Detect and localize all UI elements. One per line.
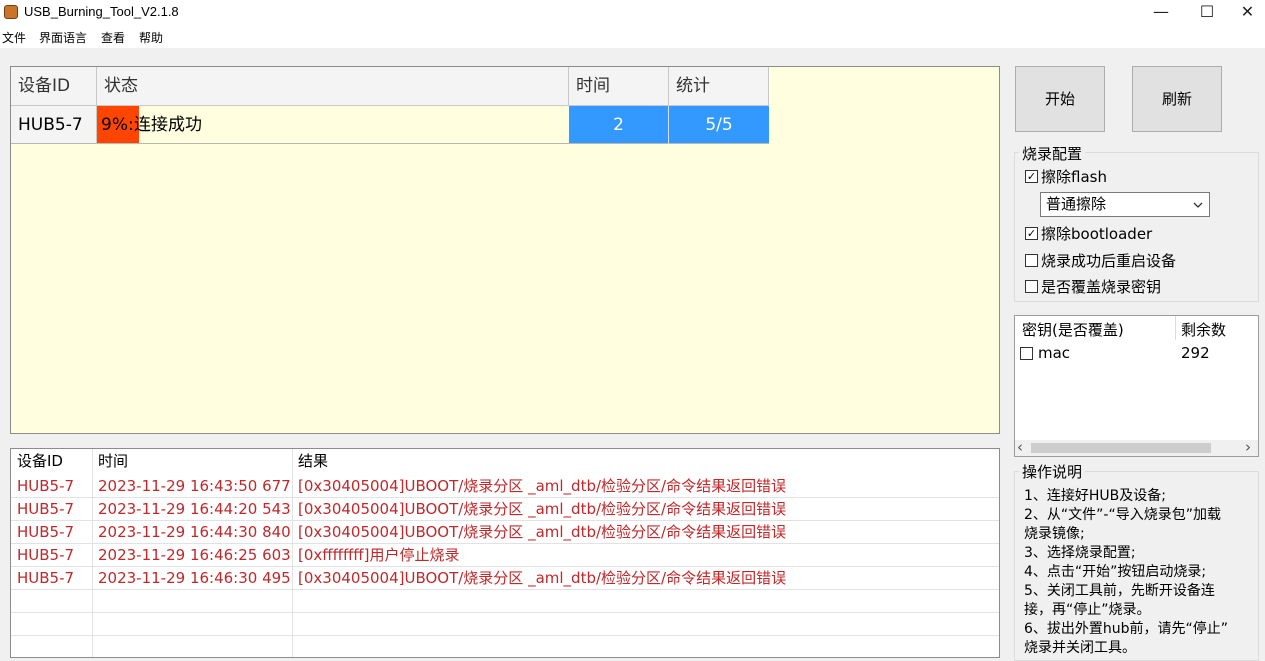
minimize-button[interactable]: — — [1138, 0, 1184, 26]
log-device-id: HUB5-7 — [17, 477, 75, 495]
log-time: 2023-11-29 16:43:50 677 — [98, 477, 291, 495]
log-device-id: HUB5-7 — [17, 569, 75, 587]
reboot-after-label[interactable]: 烧录成功后重启设备 — [1041, 250, 1176, 271]
table-row[interactable]: HUB5-7 2023-11-29 16:46:30 495 [0x30405004… — [11, 567, 999, 590]
log-time: 2023-11-29 16:46:30 495 — [98, 569, 291, 587]
chevron-down-icon — [1193, 202, 1203, 208]
overwrite-keys-checkbox[interactable] — [1025, 280, 1038, 293]
grid-header-time: 时间 — [569, 67, 669, 106]
instruction-line: 接，再“停止”烧录。 — [1024, 602, 1151, 618]
erase-flash-checkbox[interactable]: ✓ — [1025, 170, 1038, 183]
key-list[interactable]: 密钥(是否覆盖) 剩余数 mac 292 ‹ › — [1014, 315, 1259, 457]
erase-mode-select[interactable]: 普通擦除 — [1040, 192, 1210, 217]
log-result: [0x30405004]UBOOT/烧录分区 _aml_dtb/检验分区/命令结… — [298, 500, 787, 518]
log-time: 2023-11-29 16:46:25 603 — [98, 546, 291, 564]
menu-bar — [0, 26, 1265, 48]
menu-file[interactable]: 文件 — [2, 29, 26, 46]
time-cell[interactable]: 2 — [569, 106, 669, 144]
instructions-title: 操作说明 — [1019, 461, 1086, 482]
instruction-line: 4、点击“开始”按钮启动烧录; — [1024, 564, 1207, 580]
log-time: 2023-11-29 16:44:20 543 — [98, 500, 291, 518]
log-header-time: 时间 — [98, 452, 129, 470]
status-text: 连接成功 — [134, 115, 202, 135]
burn-config-title: 烧录配置 — [1019, 143, 1086, 164]
scroll-left-icon[interactable]: ‹ — [1017, 438, 1023, 456]
device-id-cell[interactable]: HUB5-7 — [11, 106, 97, 144]
table-row[interactable]: HUB5-7 2023-11-29 16:44:30 840 [0x30405004… — [11, 521, 999, 544]
log-result: [0x30405004]UBOOT/烧录分区 _aml_dtb/检验分区/命令结… — [298, 523, 787, 541]
status-cell[interactable]: 9%: 连接成功 — [97, 106, 569, 144]
instruction-line: 烧录镜像; — [1024, 526, 1085, 542]
key-name: mac — [1038, 344, 1071, 362]
erase-flash-label[interactable]: 擦除flash — [1041, 166, 1107, 187]
log-result: [0x30405004]UBOOT/烧录分区 _aml_dtb/检验分区/命令结… — [298, 477, 787, 495]
grid-header-device-id: 设备ID — [11, 67, 97, 106]
column-divider — [1175, 316, 1176, 340]
menu-language[interactable]: 界面语言 — [39, 29, 87, 46]
log-result: [0x30405004]UBOOT/烧录分区 _aml_dtb/检验分区/命令结… — [298, 569, 787, 587]
table-row[interactable] — [11, 613, 999, 636]
count-cell[interactable]: 5/5 — [669, 106, 769, 144]
key-mac-checkbox[interactable] — [1020, 347, 1033, 360]
instruction-line: 6、拔出外置hub前，请先“停止” — [1024, 621, 1229, 637]
key-header-name: 密钥(是否覆盖) — [1022, 321, 1124, 339]
title-bar — [0, 0, 1265, 26]
instruction-line: 5、关闭工具前，先断开设备连 — [1024, 583, 1215, 599]
window-title: USB_Burning_Tool_V2.1.8 — [24, 4, 179, 19]
log-result: [0xffffffff]用户停止烧录 — [298, 546, 460, 564]
instruction-line: 烧录并关闭工具。 — [1024, 640, 1136, 656]
overwrite-keys-label[interactable]: 是否覆盖烧录密钥 — [1041, 276, 1161, 297]
grid-header-status: 状态 — [97, 67, 569, 106]
menu-help[interactable]: 帮助 — [139, 29, 163, 46]
erase-mode-value: 普通擦除 — [1046, 195, 1107, 213]
table-row[interactable] — [11, 590, 999, 613]
refresh-button[interactable]: 刷新 — [1132, 66, 1222, 132]
key-header-remaining: 剩余数 — [1181, 321, 1227, 339]
table-row[interactable] — [11, 636, 999, 657]
instruction-line: 2、从“文件”-“导入烧录包”加载 — [1024, 507, 1221, 523]
erase-bootloader-checkbox[interactable]: ✓ — [1025, 227, 1038, 240]
log-device-id: HUB5-7 — [17, 546, 75, 564]
log-table[interactable]: 设备ID 时间 结果 HUB5-7 2023-11-29 16:43:50 677… — [10, 448, 1000, 658]
reboot-after-checkbox[interactable] — [1025, 254, 1038, 267]
log-time: 2023-11-29 16:44:30 840 — [98, 523, 291, 541]
table-row[interactable]: HUB5-7 2023-11-29 16:44:20 543 [0x30405004… — [11, 498, 999, 521]
check-mark-icon: ✓ — [1026, 227, 1037, 240]
log-header-device-id: 设备ID — [17, 452, 63, 470]
key-remaining: 292 — [1181, 344, 1210, 362]
device-grid[interactable]: 设备ID 状态 时间 统计 HUB5-7 9%: 连接成功 2 5/5 — [10, 66, 1000, 434]
horizontal-scrollbar[interactable]: ‹ › — [1015, 438, 1258, 456]
instruction-line: 1、连接好HUB及设备; — [1024, 488, 1167, 504]
scroll-right-icon[interactable]: › — [1245, 438, 1251, 456]
scrollbar-thumb[interactable] — [1031, 443, 1211, 453]
erase-bootloader-label[interactable]: 擦除bootloader — [1041, 223, 1152, 244]
log-device-id: HUB5-7 — [17, 523, 75, 541]
app-icon — [4, 5, 18, 19]
log-header-result: 结果 — [298, 452, 329, 470]
maximize-button[interactable]: ☐ — [1184, 0, 1230, 26]
grid-header-count: 统计 — [669, 67, 769, 106]
start-button[interactable]: 开始 — [1015, 66, 1105, 132]
table-row[interactable]: HUB5-7 2023-11-29 16:43:50 677 [0x30405004… — [11, 475, 999, 498]
check-mark-icon: ✓ — [1026, 170, 1037, 183]
progress-percent: 9%: — [101, 115, 134, 135]
menu-view[interactable]: 查看 — [101, 29, 125, 46]
instruction-line: 3、选择烧录配置; — [1024, 545, 1136, 561]
close-button[interactable]: ✕ — [1230, 0, 1265, 26]
table-row[interactable]: HUB5-7 2023-11-29 16:46:25 603 [0xffffffff… — [11, 544, 999, 567]
log-device-id: HUB5-7 — [17, 500, 75, 518]
